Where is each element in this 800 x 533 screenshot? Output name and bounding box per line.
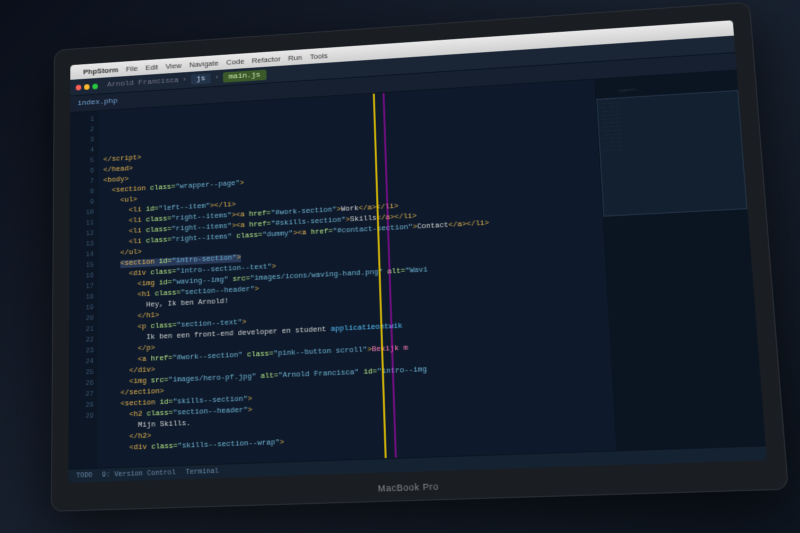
menu-file[interactable]: File (126, 63, 138, 72)
tab-active[interactable]: index.php (78, 97, 118, 108)
status-terminal[interactable]: Terminal (186, 467, 219, 476)
breadcrumb-file[interactable]: main.js (223, 69, 266, 82)
close-icon[interactable] (76, 84, 82, 90)
breadcrumb-project[interactable]: Arnold Francisca (107, 76, 179, 89)
code-line[interactable]: <div class="skills--section--wrap"> (103, 426, 615, 455)
minimize-icon[interactable] (84, 83, 90, 89)
chevron-right-icon: › (215, 73, 220, 82)
minimap[interactable]: suggested ▸ — ——— ——— —— —— ——— ——— ——— … (594, 70, 766, 450)
breadcrumb-folder[interactable]: js (191, 73, 211, 85)
menu-navigate[interactable]: Navigate (189, 58, 219, 68)
status-vcs[interactable]: 9: Version Control (102, 468, 176, 479)
laptop: PhpStorm File Edit View Navigate Code Re… (51, 1, 789, 511)
editor[interactable]: 1234567891011121314151617181920212223242… (68, 70, 765, 468)
chevron-right-icon: › (182, 75, 187, 84)
ide-window: PhpStorm File Edit View Navigate Code Re… (68, 20, 766, 483)
menu-edit[interactable]: Edit (145, 62, 158, 71)
app-name[interactable]: PhpStorm (83, 65, 118, 76)
menu-refactor[interactable]: Refactor (252, 54, 281, 64)
zoom-icon[interactable] (92, 83, 98, 89)
laptop-bezel: PhpStorm File Edit View Navigate Code Re… (51, 1, 789, 511)
laptop-brand-label: MacBook Pro (378, 481, 439, 493)
window-controls[interactable] (76, 83, 98, 90)
line-gutter[interactable]: 1234567891011121314151617181920212223242… (68, 111, 97, 468)
status-bar: TODO 9: Version Control Terminal (68, 445, 766, 483)
menu-view[interactable]: View (165, 60, 181, 69)
menu-tools[interactable]: Tools (310, 50, 328, 60)
menu-run[interactable]: Run (288, 52, 302, 61)
minimap-viewport[interactable] (596, 90, 747, 217)
menu-code[interactable]: Code (226, 56, 244, 66)
status-todo[interactable]: TODO (76, 471, 92, 480)
code-area[interactable]: </script></head><body> <section class="w… (97, 79, 616, 467)
